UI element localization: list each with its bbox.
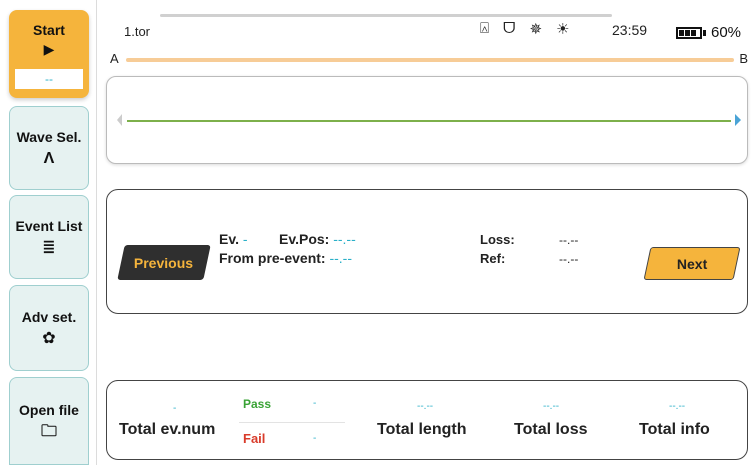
wave-up-icon: Λ xyxy=(43,150,55,167)
adv-settings-button[interactable]: Adv set. ✿ xyxy=(9,285,89,371)
start-value: -- xyxy=(15,69,83,89)
total-loss-label: Total loss xyxy=(514,421,588,438)
folder-icon: 🗀 xyxy=(40,423,57,440)
wave-select-button[interactable]: Wave Sel. Λ xyxy=(9,106,89,190)
event-list-label: Event List xyxy=(15,218,83,234)
ab-cursor-bar[interactable]: A B xyxy=(108,51,754,68)
pass-label: Pass xyxy=(243,397,272,411)
trace-panel[interactable] xyxy=(106,76,748,164)
adv-settings-label: Adv set. xyxy=(21,309,77,325)
scroll-right-icon[interactable] xyxy=(735,114,741,126)
brightness-icon: ☀ xyxy=(556,21,570,38)
ab-line xyxy=(126,58,734,62)
wave-select-label: Wave Sel. xyxy=(16,129,82,145)
cursor-b-label: B xyxy=(739,51,748,66)
open-file-button[interactable]: Open file 🗀 xyxy=(9,377,89,465)
total-ev-num-value: - xyxy=(173,403,177,414)
scroll-left-icon[interactable] xyxy=(117,114,122,126)
event-position-value: --.-- xyxy=(333,231,356,247)
total-info-value: --.-- xyxy=(669,401,686,412)
play-icon: ▶ xyxy=(43,40,55,57)
open-file-label: Open file xyxy=(19,402,79,418)
status-bar: 1.tor ⍓ ᗜ ✵ ☀ 23:59 60% xyxy=(100,0,754,52)
battery-indicator: 60% xyxy=(676,24,741,41)
total-loss-value: --.-- xyxy=(543,401,560,412)
event-position: Ev.Pos: --.-- xyxy=(279,231,356,247)
loss-value: --.-- xyxy=(559,233,579,247)
cursor-a-label: A xyxy=(110,51,119,66)
file-name: 1.tor xyxy=(124,24,151,39)
total-ev-num-label: Total ev.num xyxy=(119,421,216,438)
battery-percent: 60% xyxy=(711,24,742,41)
pass-fail-divider xyxy=(239,422,345,423)
fail-label: Fail xyxy=(243,431,266,446)
event-number-value: - xyxy=(242,231,248,247)
total-length-value: --.-- xyxy=(417,401,434,412)
trace-line xyxy=(127,120,731,122)
previous-button[interactable]: Previous xyxy=(117,245,211,280)
ref-value: --.-- xyxy=(559,252,579,266)
plug-icon: ᗜ xyxy=(503,20,516,37)
fail-value: - xyxy=(313,433,317,444)
event-panel: Previous Ev. - Ev.Pos: --.-- From pre-ev… xyxy=(106,189,748,314)
usb-icon: ⍓ xyxy=(480,20,490,37)
clock: 23:59 xyxy=(612,22,648,38)
total-info-label: Total info xyxy=(639,421,710,438)
summary-panel: - Total ev.num Pass - Fail - --.-- Total… xyxy=(106,380,748,460)
from-pre-event-value: --.-- xyxy=(329,250,353,266)
from-pre-event: From pre-event: --.-- xyxy=(219,250,353,266)
next-label: Next xyxy=(676,255,708,272)
previous-label: Previous xyxy=(134,254,194,271)
gear-icon: ✿ xyxy=(42,330,56,347)
loss-label: Loss: xyxy=(480,232,515,247)
status-icons: ⍓ ᗜ ✵ ☀ xyxy=(480,20,570,38)
list-icon: ≣ xyxy=(42,239,56,256)
battery-icon xyxy=(676,26,702,39)
pass-value: - xyxy=(313,398,317,409)
sidebar: Start ▶ -- Wave Sel. Λ Event List ≣ Adv … xyxy=(0,0,96,465)
scroll-indicator[interactable] xyxy=(160,14,612,17)
start-label: Start xyxy=(33,21,65,38)
next-button[interactable]: Next xyxy=(643,247,741,280)
total-length-label: Total length xyxy=(377,421,467,438)
sun-icon: ✵ xyxy=(529,21,543,38)
event-list-button[interactable]: Event List ≣ xyxy=(9,195,89,279)
event-number: Ev. - xyxy=(219,231,248,247)
ref-label: Ref: xyxy=(480,251,506,266)
sidebar-divider xyxy=(96,0,97,465)
start-button[interactable]: Start ▶ -- xyxy=(9,10,89,98)
